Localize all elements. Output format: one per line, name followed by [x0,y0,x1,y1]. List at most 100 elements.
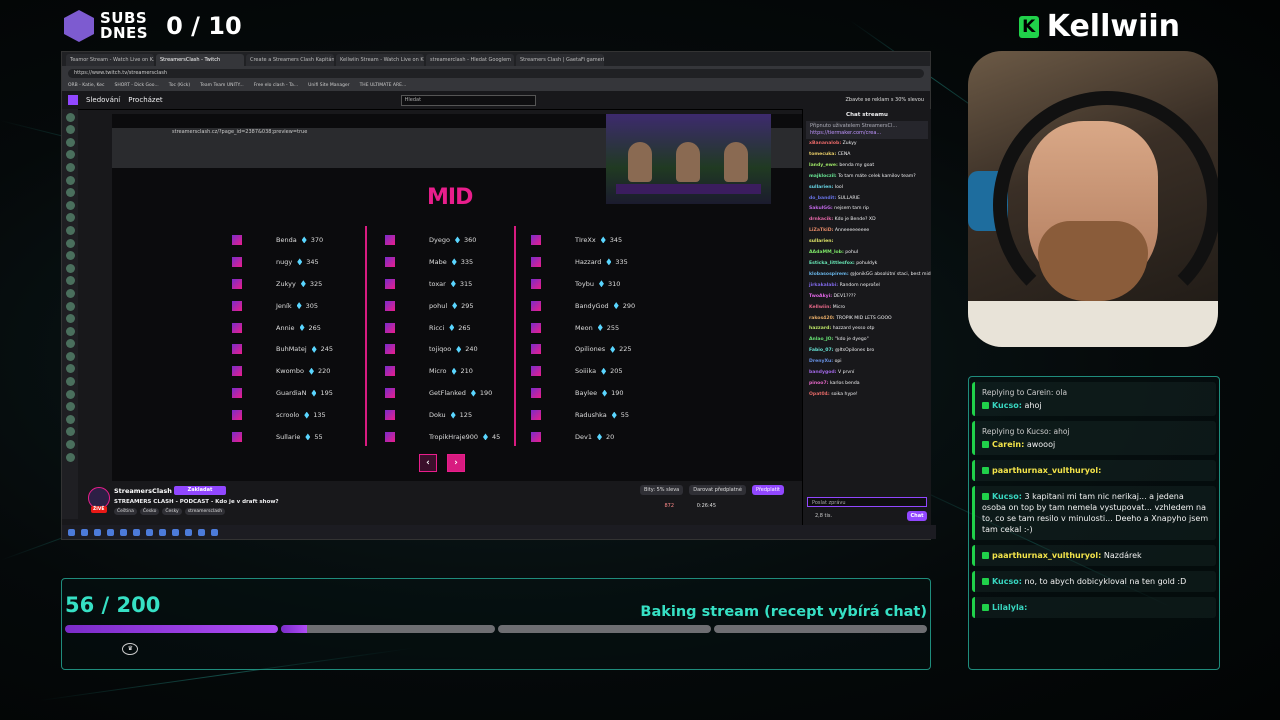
nav-following[interactable]: Sledování [86,91,120,109]
player-select-checkbox[interactable] [232,234,242,245]
chat-username[interactable]: LiZaTkiD: [809,228,833,233]
player-select-checkbox[interactable] [232,256,242,267]
player-select-checkbox[interactable] [531,410,541,421]
taskbar-app-icon[interactable] [107,528,114,536]
bookmark[interactable]: Team Team UNITY... [200,80,244,91]
player-select-checkbox[interactable] [531,256,541,267]
taskbar-app-icon[interactable] [172,528,179,536]
browser-tab[interactable]: Kellwiin Stream - Watch Live on K [336,54,424,66]
channel-avatar[interactable] [65,452,75,462]
bookmark[interactable]: SHORT - Dick Goo... [114,80,158,91]
player-select-checkbox[interactable] [531,431,541,442]
player-select-checkbox[interactable] [385,300,395,311]
ad-free-promo[interactable]: Zbavte se reklam s 30% slevou [845,91,924,109]
player-select-checkbox[interactable] [232,322,242,333]
player-select-checkbox[interactable] [531,322,541,333]
player-select-checkbox[interactable] [531,388,541,399]
channel-avatar[interactable] [65,389,75,399]
channel-avatar[interactable] [65,137,75,147]
channel-avatar[interactable] [65,162,75,172]
channel-avatar[interactable] [65,314,75,324]
chat-send-button[interactable]: Chat [907,511,927,521]
chat-username[interactable]: xBananalob: [809,141,841,146]
browser-tab-active[interactable]: StreamersClash - Twitch [156,54,244,66]
player-select-checkbox[interactable] [232,431,242,442]
chat-username[interactable]: sullarien: [809,239,833,244]
player-select-checkbox[interactable] [232,278,242,289]
player-select-checkbox[interactable] [385,234,395,245]
subscribe-button[interactable]: Předplatit [751,485,784,495]
channel-avatar[interactable] [65,288,75,298]
player-select-checkbox[interactable] [385,366,395,377]
taskbar-app-icon[interactable] [146,528,153,536]
channel-avatar[interactable] [65,402,75,412]
player-select-checkbox[interactable] [232,410,242,421]
channel-avatar[interactable] [65,150,75,160]
channel-avatar[interactable] [65,112,75,122]
chat-username[interactable]: pinoo7: [809,381,828,386]
tag[interactable]: Česky [162,508,182,515]
channel-avatar[interactable] [65,263,75,273]
channel-avatar[interactable] [65,351,75,361]
channel-avatar[interactable] [65,414,75,424]
channel-name[interactable]: StreamersClash [114,487,172,496]
chat-input[interactable]: Poslat zprávu [807,497,927,507]
tag[interactable]: Čeština [114,508,137,515]
chat-username[interactable]: drnkacik: [809,217,833,222]
chat-username[interactable]: landy_ewe: [809,163,838,168]
channel-avatar[interactable] [65,213,75,223]
channel-avatar[interactable] [65,364,75,374]
taskbar-app-icon[interactable] [159,528,166,536]
channel-points[interactable]: 2,8 tis. [815,511,832,521]
player-select-checkbox[interactable] [385,256,395,267]
tag[interactable]: Česko [139,508,160,515]
player-select-checkbox[interactable] [385,278,395,289]
chat-username[interactable]: rakos420: [809,316,835,321]
channel-avatar[interactable] [65,326,75,336]
chat-username[interactable]: Fabio_07: [809,348,834,353]
bookmark[interactable]: Free elo clash - Ta... [254,80,298,91]
player-select-checkbox[interactable] [385,431,395,442]
follow-button[interactable]: Zakladat [174,486,226,495]
player-select-checkbox[interactable] [232,300,242,311]
channel-avatar[interactable] [65,276,75,286]
channel-avatar[interactable] [65,301,75,311]
chat-username[interactable]: Kellwiin: [809,305,831,310]
chat-username[interactable]: tomecuka: [809,152,836,157]
chat-username[interactable]: SakulGG: [809,206,833,211]
chat-username[interactable]: do_bandit: [809,196,836,201]
channel-avatar[interactable] [65,251,75,261]
browser-tab[interactable]: streamerclash - Hledat Googlem [426,54,514,66]
chat-username[interactable]: bandygod: [809,370,837,375]
taskbar-app-icon[interactable] [94,528,101,536]
taskbar-app-icon[interactable] [185,528,192,536]
taskbar-app-icon[interactable] [198,528,205,536]
pinned-link[interactable]: https://tiermaker.com/crea... [810,130,924,137]
player-select-checkbox[interactable] [232,344,242,355]
nav-browse[interactable]: Procházet [128,91,162,109]
bookmark[interactable]: Toc (Kick) [169,80,190,91]
channel-avatar[interactable] [65,377,75,387]
player-select-checkbox[interactable] [531,366,541,377]
chat-username[interactable]: majkloczil: [809,174,837,179]
chat-username[interactable]: AAdaMM_lob: [809,250,844,255]
start-icon[interactable] [68,528,75,536]
chat-username[interactable]: TwoAkyi: [809,294,832,299]
address-bar[interactable]: https://www.twitch.tv/streamersclash [68,68,924,78]
channel-avatar[interactable] [65,125,75,135]
taskbar-app-icon[interactable] [133,528,140,536]
taskbar-app-icon[interactable] [120,528,127,536]
chat-username[interactable]: Opat04: [809,392,830,397]
player-select-checkbox[interactable] [385,410,395,421]
video-player[interactable]: streamersclash.cz/?page_id=2387&038;prev… [112,114,802,481]
channel-avatar[interactable] [65,238,75,248]
player-select-checkbox[interactable] [531,278,541,289]
bookmark[interactable]: THE ULTIMATE ARE... [360,80,407,91]
player-select-checkbox[interactable] [385,322,395,333]
channel-avatar[interactable] [65,188,75,198]
player-select-checkbox[interactable] [531,344,541,355]
browser-tab[interactable]: Streamers Clash | GaetaFi gameri... [516,54,604,66]
chat-username[interactable]: jirkakalabi: [809,283,838,288]
bookmark[interactable]: ORB - Katie, Kec [68,80,104,91]
channel-avatar[interactable] [65,440,75,450]
